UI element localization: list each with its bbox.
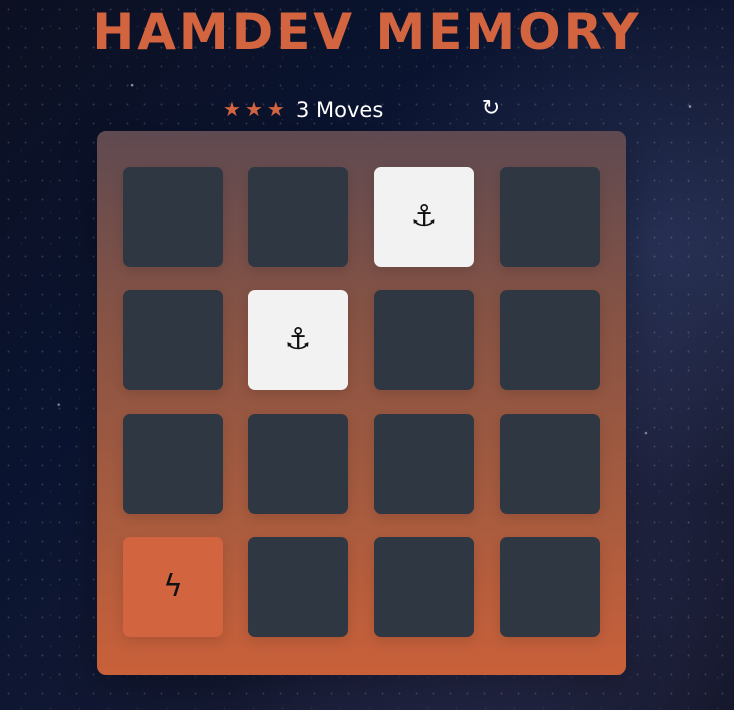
card-13[interactable]: ϟ [123, 537, 223, 637]
card-1[interactable] [123, 167, 223, 267]
card-3[interactable]: ⚓ [374, 167, 474, 267]
card-10[interactable] [248, 414, 348, 514]
restart-icon[interactable]: ↻ [480, 98, 502, 120]
card-16[interactable] [500, 537, 600, 637]
card-12[interactable] [500, 414, 600, 514]
lightning-icon: ϟ [163, 569, 183, 604]
card-6[interactable]: ⚓ [248, 290, 348, 390]
card-7[interactable] [374, 290, 474, 390]
card-2[interactable] [248, 167, 348, 267]
star-icon: ★ [244, 97, 263, 121]
card-11[interactable] [374, 414, 474, 514]
game-title: HAMDEV MEMORY [92, 3, 642, 61]
card-5[interactable] [123, 290, 223, 390]
score-panel: ★ ★ ★ 3 Moves ↻ [223, 95, 508, 125]
star-icon: ★ [223, 97, 241, 121]
moves-counter: 3 Moves [296, 98, 384, 122]
card-4[interactable] [500, 167, 600, 267]
card-14[interactable] [248, 537, 348, 637]
anchor-icon: ⚓ [284, 322, 312, 357]
card-deck: ⚓ ⚓ ϟ [97, 131, 626, 675]
anchor-icon: ⚓ [410, 199, 438, 234]
card-8[interactable] [500, 290, 600, 390]
card-9[interactable] [123, 414, 223, 514]
card-15[interactable] [374, 537, 474, 637]
star-rating: ★ ★ ★ [223, 98, 285, 120]
star-icon: ★ [266, 97, 285, 121]
